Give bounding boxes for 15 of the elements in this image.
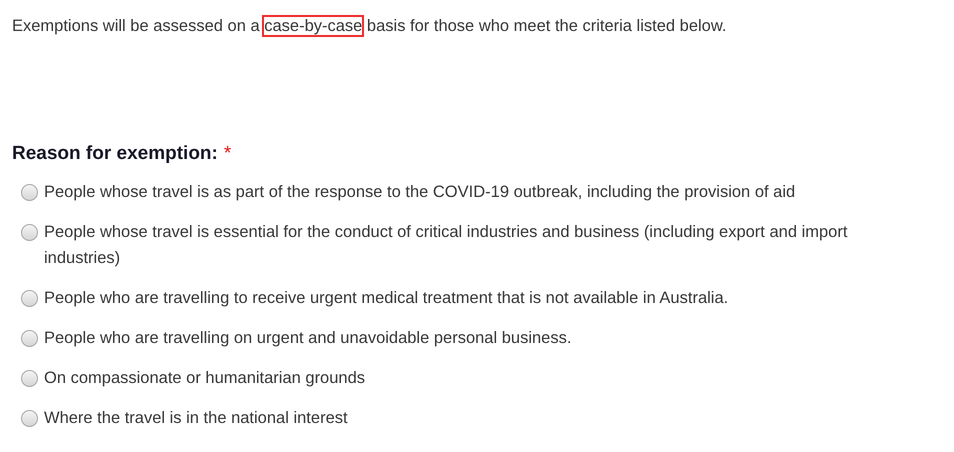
option-label: People who are travelling on urgent and unavoidable personal business. — [44, 328, 572, 349]
radio-button[interactable] — [21, 410, 38, 427]
option-label: Where the travel is in the national interest — [44, 408, 348, 429]
radio-button[interactable] — [21, 370, 38, 387]
option-label: People whose travel is essential for the conduct of critical industries and business (including export and import industries) — [44, 222, 848, 269]
option-label: On compassionate or humanitarian grounds — [44, 368, 366, 389]
radio-button[interactable] — [21, 290, 38, 307]
radio-button[interactable] — [21, 224, 38, 241]
radio-button[interactable] — [21, 330, 38, 347]
option-label: People who are travelling to receive urgent medical treatment that is not available in Australia. — [44, 288, 728, 309]
option-label: People whose travel is as part of the response to the COVID-19 outbreak, including the provision of aid — [44, 182, 796, 203]
radio-button[interactable] — [21, 184, 38, 201]
required-mark: * — [224, 143, 232, 165]
question-label: Reason for exemption: — [12, 143, 218, 165]
intro-text: Exemptions will be assessed on a case-by-case basis for those who meet the criteria listed below. — [12, 16, 728, 37]
